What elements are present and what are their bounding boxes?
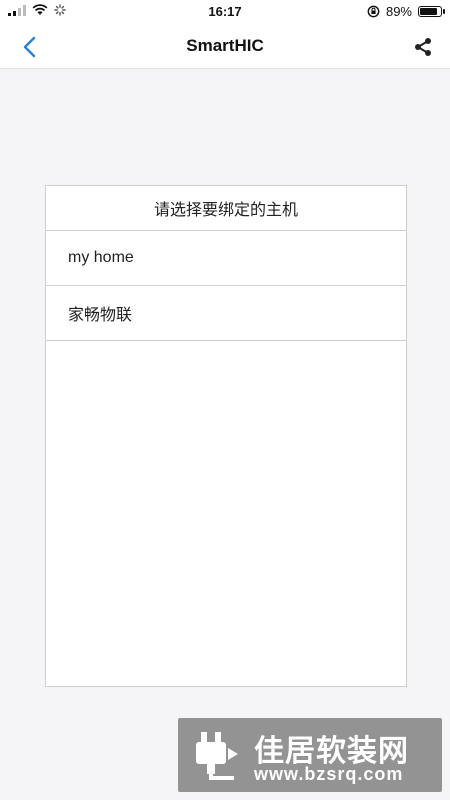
status-right: 89%: [367, 4, 445, 19]
host-select-panel: 请选择要绑定的主机 my home 家畅物联: [45, 185, 407, 687]
share-icon: [415, 38, 431, 56]
battery-percent: 89%: [385, 4, 412, 19]
watermark: 佳居软装网 www.bzsrq.com: [178, 718, 442, 792]
share-button[interactable]: [410, 34, 436, 60]
panel-header: 请选择要绑定的主机: [46, 186, 406, 231]
nav-bar: SmartHIC: [0, 24, 450, 69]
watermark-url: www.bzsrq.com: [254, 764, 404, 784]
host-item-my-home[interactable]: my home: [46, 231, 406, 286]
orientation-lock-icon: [367, 5, 380, 18]
battery-icon: [418, 6, 445, 17]
host-item-label: my home: [68, 249, 134, 266]
battery-level: [420, 8, 437, 15]
host-item-jiachang[interactable]: 家畅物联: [46, 286, 406, 341]
host-item-label: 家畅物联: [68, 307, 133, 324]
plug-logo-icon: [196, 732, 238, 780]
page-title: SmartHIC: [186, 36, 264, 55]
status-bar: 16:17 89%: [0, 0, 450, 24]
